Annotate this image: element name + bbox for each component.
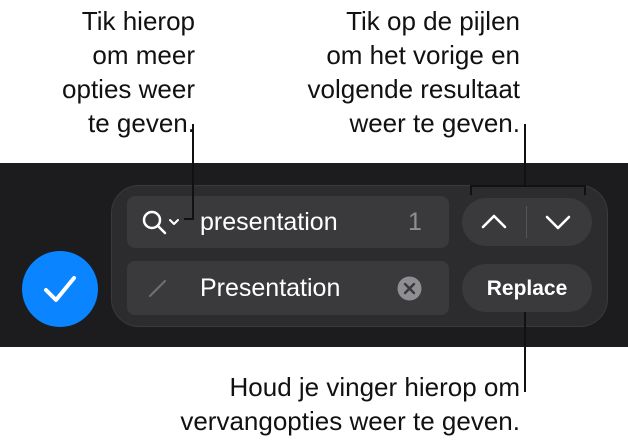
pencil-icon — [146, 276, 170, 300]
callout-search-options: Tik hierop om meer opties weer te geven. — [62, 6, 195, 138]
clear-button[interactable] — [397, 276, 422, 301]
chevron-up-icon — [481, 214, 507, 229]
next-result-button[interactable] — [542, 210, 574, 234]
callout-replace: Houd je vinger hierop om vervangopties w… — [180, 372, 520, 436]
magnifier-with-chevron-icon — [142, 210, 179, 235]
callout-line-arrows — [524, 124, 526, 186]
search-options-button[interactable] — [140, 208, 184, 236]
callout-line-replace — [524, 312, 526, 392]
nav-divider — [526, 206, 527, 238]
callout-nav-arrows: Tik op de pijlen om het vorige en volgen… — [307, 6, 520, 138]
chevron-down-icon — [545, 215, 571, 230]
done-button[interactable] — [22, 251, 98, 327]
callout-line-options-tick — [184, 218, 194, 220]
callout-line-options — [192, 124, 194, 219]
clear-circle-x-icon — [397, 276, 422, 301]
previous-result-button[interactable] — [478, 210, 510, 234]
replace-input[interactable]: Presentation — [200, 273, 340, 303]
checkmark-icon — [44, 276, 76, 302]
callout-bracket-left — [470, 185, 472, 195]
match-count: 1 — [408, 208, 422, 236]
replace-button-label: Replace — [486, 277, 568, 300]
search-input[interactable]: presentation — [200, 207, 338, 237]
callout-bracket-right — [584, 185, 586, 195]
callout-bracket-arrows — [470, 185, 586, 187]
